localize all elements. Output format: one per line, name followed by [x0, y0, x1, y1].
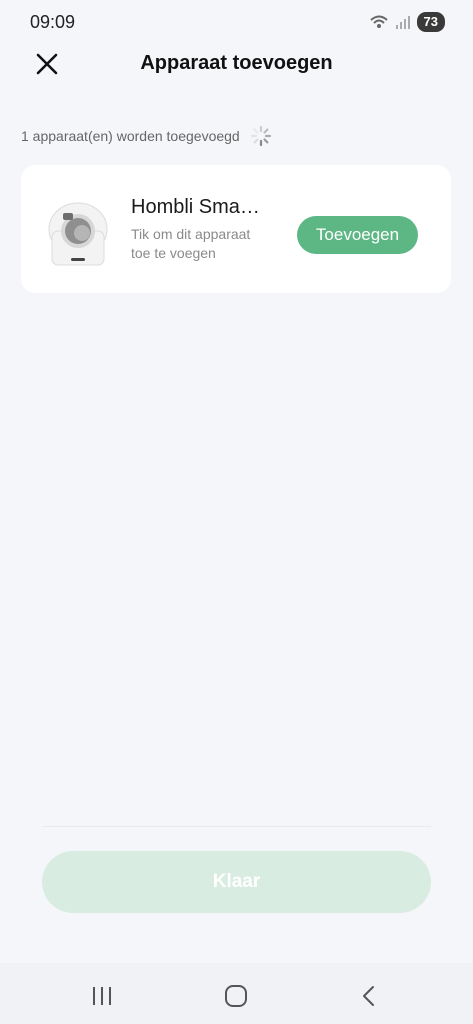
- status-bar: 09:09 73: [0, 0, 473, 44]
- screen: 09:09 73 Apparaat toevoegen 1 apparaat(e…: [0, 0, 473, 1024]
- progress-text: 1 apparaat(en) worden toegevoegd: [21, 128, 240, 144]
- device-card[interactable]: Hombli Sma… Tik om dit apparaat toe te v…: [21, 165, 451, 293]
- wifi-icon: [369, 15, 388, 28]
- progress-row: 1 apparaat(en) worden toegevoegd: [21, 125, 272, 147]
- home-icon: [225, 985, 247, 1007]
- navigation-bar: [0, 963, 473, 1024]
- recent-apps-icon: [93, 987, 111, 1005]
- done-button[interactable]: Klaar: [42, 851, 431, 913]
- litter-box-device-image: [48, 202, 108, 266]
- device-subtitle: Tik om dit apparaat toe te voegen: [131, 226, 251, 261]
- recent-apps-button[interactable]: [87, 981, 117, 1011]
- device-name: Hombli Sma…: [131, 196, 260, 218]
- back-button[interactable]: [354, 981, 384, 1011]
- divider: [42, 826, 431, 827]
- back-icon: [363, 986, 374, 1006]
- loading-spinner-icon: [250, 125, 271, 147]
- battery-icon: 73: [416, 12, 445, 32]
- signal-icon: [395, 16, 410, 29]
- status-icons: 73: [369, 12, 445, 32]
- page-title: Apparaat toevoegen: [140, 52, 333, 74]
- home-button[interactable]: [221, 981, 251, 1011]
- add-device-button[interactable]: Toevoegen: [297, 216, 418, 254]
- status-time: 09:09: [30, 12, 76, 32]
